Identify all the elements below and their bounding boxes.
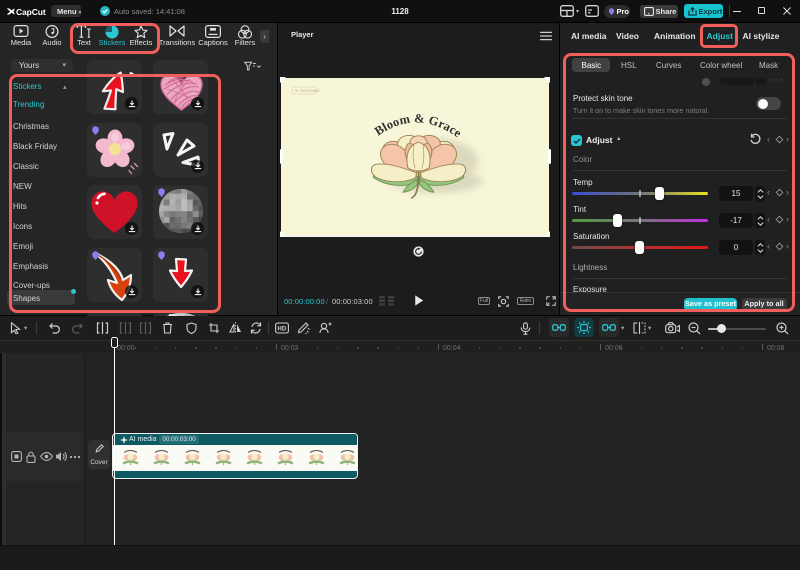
- svg-text:AI Generated: AI Generated: [295, 88, 321, 93]
- svg-text:HD: HD: [278, 327, 287, 333]
